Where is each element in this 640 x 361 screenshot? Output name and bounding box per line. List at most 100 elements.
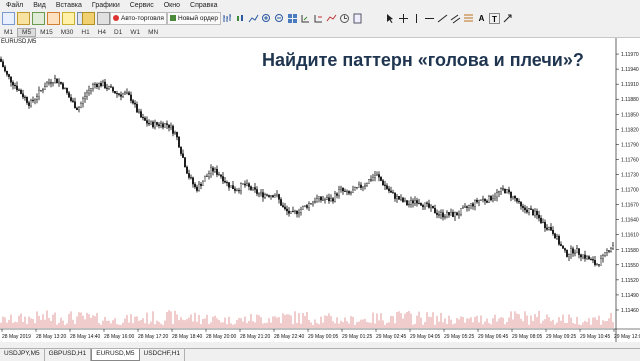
candle-body — [216, 168, 218, 175]
navigator-icon[interactable] — [47, 11, 60, 25]
timeframe-h1[interactable]: H1 — [77, 29, 93, 36]
horizontal-line-icon[interactable] — [424, 13, 435, 24]
bar-chart-icon[interactable] — [222, 13, 233, 24]
candle-body — [54, 78, 56, 83]
timeframe-m30[interactable]: M30 — [57, 29, 78, 36]
candle-body — [412, 200, 414, 204]
arrows-icon[interactable] — [502, 13, 513, 24]
candle-body — [290, 210, 292, 214]
candle-body — [552, 229, 554, 234]
candle-body — [80, 103, 82, 108]
price-tick-label: 1.11700 — [621, 188, 639, 194]
candle-body — [430, 205, 432, 208]
periods-icon[interactable] — [339, 13, 350, 24]
menu-item-3[interactable]: Графики — [92, 2, 120, 9]
candle-body — [548, 227, 550, 230]
candle-body — [214, 168, 216, 172]
zoom-out-icon[interactable] — [274, 13, 285, 24]
candle-body — [294, 210, 296, 212]
indicators-icon[interactable] — [326, 13, 337, 24]
tile-windows-icon[interactable] — [287, 13, 298, 24]
chart-tab[interactable]: USDJPY,M5 — [0, 349, 45, 361]
candle-body — [340, 187, 342, 190]
candle-body — [542, 222, 544, 223]
candle-body — [456, 212, 458, 216]
menu-item-6[interactable]: Справка — [190, 2, 217, 9]
price-tick-label: 1.11790 — [621, 142, 639, 148]
candle-body — [254, 187, 256, 190]
candle-body — [450, 212, 452, 216]
candle-body — [316, 198, 318, 202]
new-order-button[interactable]: Новый ордер — [167, 11, 221, 25]
fibonacci-icon[interactable] — [463, 13, 474, 24]
chart-tab[interactable]: USDCHF,H1 — [140, 349, 186, 361]
cursor-icon[interactable] — [385, 13, 396, 24]
candle-body — [266, 194, 268, 196]
new-chart-icon[interactable] — [2, 11, 15, 25]
candle-body — [178, 136, 180, 148]
timeframe-m15[interactable]: M15 — [36, 29, 57, 36]
timeframe-m5[interactable]: M5 — [17, 27, 37, 37]
market-watch-icon[interactable] — [32, 11, 45, 25]
timeframe-mn[interactable]: MN — [144, 29, 162, 36]
candle-body — [404, 200, 406, 202]
candle-body — [346, 191, 348, 193]
candle-body — [58, 81, 60, 84]
chart-window[interactable]: EURUSD,M5 1.11970 1.11940 1.11910 1.11880 1.… — [0, 38, 640, 342]
candle-body — [536, 210, 538, 216]
candle-body — [400, 197, 402, 200]
candle-body — [476, 200, 478, 203]
candle-body — [386, 185, 388, 189]
profiles-icon[interactable] — [17, 11, 30, 25]
chart-tab[interactable]: GBPUSD,H1 — [45, 349, 92, 361]
channel-icon[interactable] — [450, 13, 461, 24]
candle-body — [528, 208, 530, 213]
candle-body — [136, 104, 138, 113]
line-chart-icon[interactable] — [248, 13, 259, 24]
time-tick-label: 29 May 05:25 — [444, 334, 475, 340]
timeframe-h4[interactable]: H4 — [94, 29, 110, 36]
menu-item-5[interactable]: Окно — [164, 2, 180, 9]
auto-trading-label: Авто-торговля — [121, 14, 164, 22]
templates-icon[interactable] — [352, 13, 363, 24]
text-label-icon[interactable]: A — [476, 13, 487, 24]
timeframe-w1[interactable]: W1 — [126, 29, 144, 36]
auto-trading-button[interactable]: Авто-торговля — [110, 11, 167, 25]
timeframe-d1[interactable]: D1 — [110, 29, 126, 36]
candle-body — [442, 212, 444, 218]
candle-body — [198, 183, 200, 191]
menu-item-2[interactable]: Вставка — [56, 2, 82, 9]
candle-body — [172, 125, 174, 134]
menu-item-1[interactable]: Вид — [33, 2, 46, 9]
text-tool-icon[interactable]: T — [489, 12, 500, 24]
candle-body — [320, 196, 322, 201]
candle-body — [434, 207, 436, 214]
menu-item-4[interactable]: Сервис — [130, 2, 154, 9]
trendline-icon[interactable] — [437, 13, 448, 24]
vertical-line-icon[interactable] — [411, 13, 422, 24]
chart-tab[interactable]: EURUSD,M5 — [91, 349, 140, 361]
timeframe-m1[interactable]: M1 — [0, 29, 17, 36]
auto-scroll-icon[interactable] — [300, 13, 311, 24]
candlestick-icon[interactable] — [235, 13, 246, 24]
candle-body — [378, 174, 380, 178]
signals-icon[interactable] — [97, 11, 110, 25]
candle-body — [344, 190, 346, 192]
candle-body — [336, 193, 338, 196]
crosshair-icon[interactable] — [398, 13, 409, 24]
timeframe-bar: M1 M5 M15 M30 H1 H4 D1 W1 MN — [0, 27, 640, 38]
chart-shift-icon[interactable] — [313, 13, 324, 24]
candle-body — [210, 167, 212, 174]
metaeditor-icon[interactable] — [82, 11, 95, 25]
candle-body — [284, 206, 286, 210]
zoom-in-icon[interactable] — [261, 13, 272, 24]
price-chart[interactable]: 1.11970 1.11940 1.11910 1.11880 1.11850 1.118… — [0, 38, 640, 342]
candle-body — [328, 197, 330, 202]
candle-body — [286, 208, 288, 212]
candle-body — [44, 86, 46, 90]
terminal-icon[interactable] — [62, 11, 75, 25]
candle-body — [120, 94, 122, 97]
menu-item-0[interactable]: Файл — [6, 2, 23, 9]
toolbar: Авто-торговля Новый ордер A T — [0, 10, 640, 28]
candle-body — [34, 99, 36, 101]
